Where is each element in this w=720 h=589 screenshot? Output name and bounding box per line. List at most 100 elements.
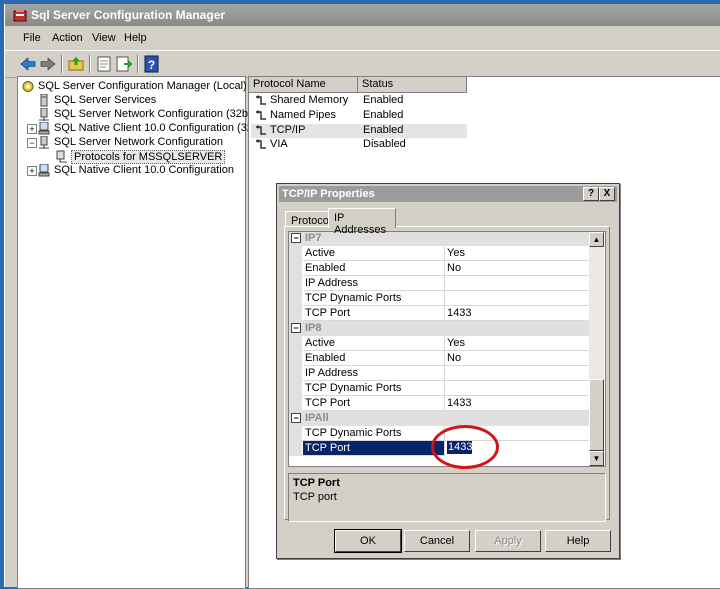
export-list-icon[interactable] <box>115 55 133 73</box>
menu-action[interactable]: Action <box>52 32 83 44</box>
property-name: IP Address <box>305 367 358 379</box>
protocol-name: TCP/IP <box>270 124 306 136</box>
menu-view[interactable]: View <box>92 32 116 44</box>
help-icon[interactable]: ? <box>143 55 161 73</box>
property-row[interactable]: Enabled No <box>289 261 589 276</box>
property-value: No <box>447 262 462 274</box>
property-row[interactable]: IP Address <box>289 366 589 381</box>
tree-label: SQL Server Services <box>54 94 157 106</box>
property-row[interactable]: TCP Dynamic Ports <box>289 291 589 306</box>
property-name: TCP Port <box>305 307 351 319</box>
tcpip-properties-dialog: TCP/IP Properties ? X Protocol IP Addres… <box>276 183 620 559</box>
close-button[interactable]: X <box>599 187 615 201</box>
toolbar: ? <box>5 50 720 78</box>
column-header-label: Status <box>362 78 394 90</box>
protocol-icon <box>56 150 67 163</box>
protocol-icon <box>256 125 266 135</box>
toolbar-separator <box>137 55 139 73</box>
back-arrow-icon[interactable] <box>19 55 37 73</box>
collapse-icon[interactable]: − <box>291 413 301 423</box>
column-header-protocol-name[interactable]: Protocol Name <box>249 77 358 93</box>
apply-button[interactable]: Apply <box>475 530 541 552</box>
property-name: TCP Dynamic Ports <box>305 427 402 439</box>
client-icon <box>38 164 50 177</box>
property-name: TCP Dynamic Ports <box>305 382 402 394</box>
collapse-icon[interactable]: − <box>291 233 301 243</box>
property-value: Yes <box>447 247 465 259</box>
protocol-status: Enabled <box>363 94 404 106</box>
server-icon <box>40 94 48 107</box>
protocol-name: Shared Memory <box>270 94 349 106</box>
section-title: IP8 <box>305 322 322 334</box>
help-question-button[interactable]: ? <box>583 187 599 201</box>
toolbar-separator <box>89 55 91 73</box>
collapse-icon[interactable]: − <box>291 323 301 333</box>
config-manager-icon <box>13 9 27 22</box>
property-row[interactable]: TCP Dynamic Ports <box>289 381 589 396</box>
collapse-icon[interactable]: − <box>27 138 37 148</box>
column-header-status[interactable]: Status <box>358 77 467 93</box>
tab-ip-addresses[interactable]: IP Addresses <box>328 208 396 236</box>
description-text: TCP port <box>293 491 337 503</box>
network-icon <box>39 136 49 149</box>
scroll-thumb[interactable] <box>589 379 604 451</box>
scroll-down-icon[interactable]: ▼ <box>589 451 604 466</box>
section-header-ip8[interactable]: − IP8 <box>289 321 589 336</box>
toolbar-separator <box>61 55 63 73</box>
tree-label: SQL Native Client 10.0 Configuration <box>54 164 234 176</box>
column-header-label: Protocol Name <box>253 78 326 90</box>
list-item-selected[interactable]: TCP/IP Enabled <box>251 124 467 138</box>
tab-label: IP Addresses <box>334 212 386 236</box>
tree-label: Protocols for MSSQLSERVER <box>71 150 226 164</box>
list-item[interactable]: Named Pipes Enabled <box>251 109 467 123</box>
property-row[interactable]: Active Yes <box>289 336 589 351</box>
description-title: TCP Port <box>293 477 340 489</box>
property-row[interactable]: TCP Port 1433 <box>289 306 589 321</box>
properties-icon[interactable] <box>95 55 113 73</box>
protocol-name: Named Pipes <box>270 109 337 121</box>
expand-icon[interactable]: + <box>27 124 37 134</box>
tree-label: SQL Server Configuration Manager (Local) <box>38 80 247 92</box>
dialog-title: TCP/IP Properties <box>282 188 375 200</box>
menu-help[interactable]: Help <box>124 32 147 44</box>
property-name: Enabled <box>305 262 346 274</box>
menu-bar: File Action View Help <box>5 28 720 48</box>
protocol-status: Enabled <box>363 124 404 136</box>
cancel-button[interactable]: Cancel <box>404 530 470 552</box>
tree-label: SQL Server Network Configuration (32bit) <box>54 108 258 120</box>
property-name: Enabled <box>305 352 346 364</box>
property-name: TCP Port <box>305 442 351 454</box>
property-value: No <box>447 352 462 364</box>
help-button[interactable]: Help <box>545 530 611 552</box>
property-row[interactable]: Active Yes <box>289 246 589 261</box>
list-item[interactable]: Shared Memory Enabled <box>251 94 467 108</box>
property-row[interactable]: TCP Port 1433 <box>289 396 589 411</box>
window-title: Sql Server Configuration Manager <box>31 8 226 22</box>
protocol-icon <box>256 95 266 105</box>
list-item[interactable]: VIA Disabled <box>251 138 467 152</box>
protocol-icon <box>256 110 266 120</box>
red-highlight-circle <box>431 425 499 469</box>
section-title: IPAll <box>305 412 329 424</box>
scrollbar[interactable]: ▲ ▼ <box>589 232 604 466</box>
tree-pane: SQL Server Configuration Manager (Local)… <box>17 76 268 589</box>
property-row[interactable]: IP Address <box>289 276 589 291</box>
section-header-ipall[interactable]: − IPAll <box>289 411 589 426</box>
property-name: Active <box>305 247 335 259</box>
expand-icon[interactable]: + <box>27 166 37 176</box>
tab-protocol[interactable]: Protocol <box>285 211 331 227</box>
svg-text:?: ? <box>148 58 155 72</box>
scroll-up-icon[interactable]: ▲ <box>589 232 604 247</box>
ok-button[interactable]: OK <box>334 529 402 553</box>
tree-label: SQL Server Network Configuration <box>54 136 223 148</box>
forward-arrow-icon[interactable] <box>39 55 57 73</box>
property-row[interactable]: Enabled No <box>289 351 589 366</box>
property-value: 1433 <box>447 307 472 319</box>
menu-file[interactable]: File <box>23 32 41 44</box>
tree-label: SQL Native Client 10.0 Configuration (32… <box>54 122 269 134</box>
property-value: 1433 <box>447 397 472 409</box>
protocol-status: Disabled <box>363 138 406 150</box>
up-folder-icon[interactable] <box>67 55 85 73</box>
property-name: Active <box>305 337 335 349</box>
title-bar: Sql Server Configuration Manager <box>5 4 720 26</box>
